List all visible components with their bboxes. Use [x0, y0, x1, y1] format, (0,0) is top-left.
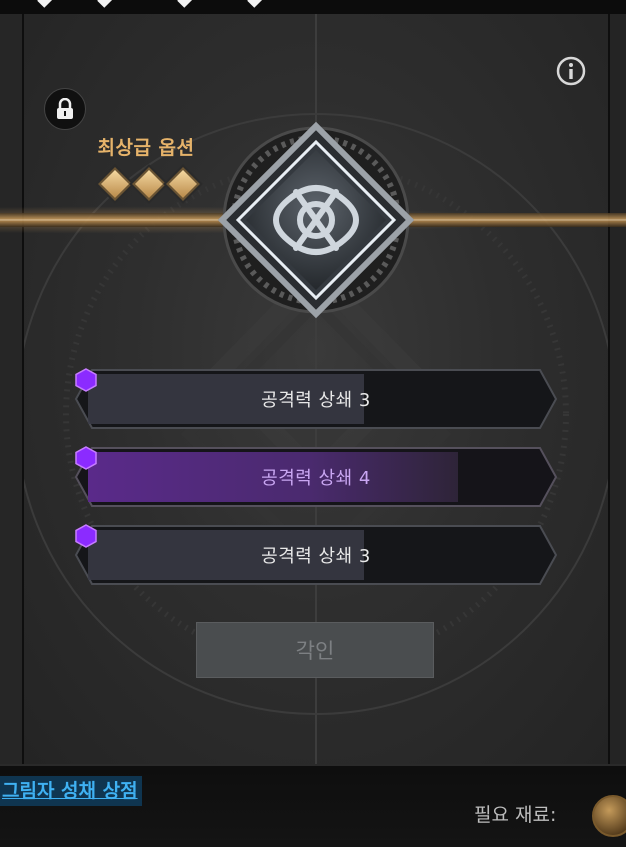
engraving-emblem	[217, 120, 415, 320]
option-row-2-selected[interactable]: 공격력 상쇄 4	[74, 446, 558, 508]
required-materials-label: 필요 재료:	[474, 804, 557, 826]
option-label: 공격력 상쇄 3	[261, 390, 371, 411]
top-ornament-icon	[177, 0, 193, 8]
diamond-gem-icon	[98, 167, 132, 201]
grade-label: 최상급 옵션	[97, 137, 195, 159]
emblem-frame	[217, 121, 415, 319]
info-button[interactable]	[556, 56, 586, 86]
shadow-fortress-shop-link[interactable]: 그림자 성채 상점	[0, 776, 142, 806]
info-icon	[556, 56, 586, 86]
top-ornament-icon	[37, 0, 53, 8]
option-row-3[interactable]: 공격력 상쇄 3	[74, 524, 558, 586]
diamond-gem-icon	[166, 167, 200, 201]
top-ornament-icon	[247, 0, 263, 8]
option-label: 공격력 상쇄 4	[261, 468, 371, 489]
diamond-gem-icon	[132, 167, 166, 201]
option-row-1[interactable]: 공격력 상쇄 3	[74, 368, 558, 430]
top-ornament-icon	[97, 0, 113, 8]
top-strip	[0, 0, 626, 14]
lock-button[interactable]	[44, 88, 86, 130]
coin-icon[interactable]	[592, 795, 626, 837]
engrave-button[interactable]: 각인	[196, 622, 434, 678]
option-label: 공격력 상쇄 3	[261, 546, 371, 567]
grade-gems	[97, 167, 207, 201]
left-panel-edge	[0, 14, 24, 764]
right-panel-edge	[608, 14, 626, 764]
lock-icon	[57, 98, 73, 119]
